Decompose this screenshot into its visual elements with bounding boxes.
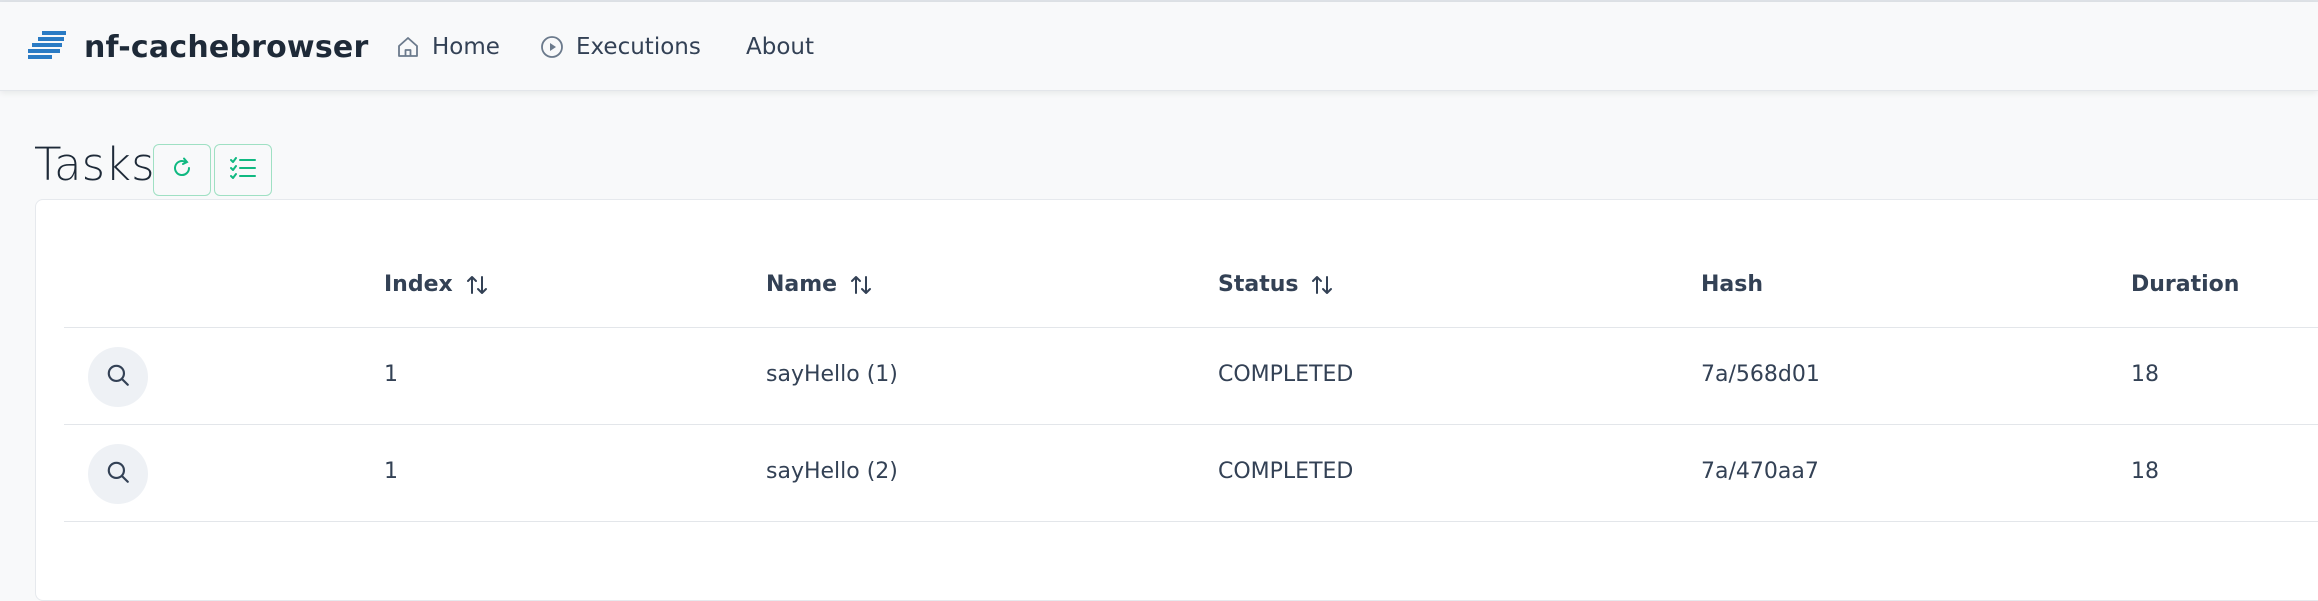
nav-home-label: Home	[432, 34, 500, 60]
sort-icon[interactable]	[849, 273, 873, 297]
search-icon	[105, 362, 131, 392]
task-list-button[interactable]	[214, 144, 272, 196]
logo-icon	[28, 31, 66, 63]
cell-hash: 7a/470aa7	[1701, 459, 1819, 484]
table-row: 1 sayHello (1) COMPLETED 7a/568d01 18	[64, 328, 2318, 425]
refresh-button[interactable]	[153, 144, 211, 196]
cell-name: sayHello (1)	[766, 362, 898, 387]
app-title: nf-cachebrowser	[84, 29, 369, 65]
column-header-index[interactable]: Index	[384, 272, 489, 297]
refresh-icon	[170, 156, 194, 184]
column-header-hash: Hash	[1701, 272, 1763, 297]
page-title: Tasks	[34, 138, 155, 191]
cell-hash: 7a/568d01	[1701, 362, 1820, 387]
column-status-label: Status	[1218, 272, 1299, 297]
column-header-name[interactable]: Name	[766, 272, 873, 297]
sort-icon[interactable]	[465, 273, 489, 297]
table-row: 1 sayHello (2) COMPLETED 7a/470aa7 18	[64, 425, 2318, 522]
view-task-button[interactable]	[88, 347, 148, 407]
nav-executions-label: Executions	[576, 34, 701, 60]
search-icon	[105, 459, 131, 489]
play-circle-icon	[540, 35, 564, 59]
tasks-card: Index Name Status Hash Duration 1 sayHel…	[35, 199, 2318, 601]
cell-duration: 18	[2131, 362, 2159, 387]
cell-status: COMPLETED	[1218, 459, 1354, 484]
home-icon	[396, 35, 420, 59]
list-check-icon	[230, 157, 256, 183]
column-duration-label: Duration	[2131, 272, 2240, 297]
brand[interactable]: nf-cachebrowser	[28, 26, 368, 68]
nav-home[interactable]: Home	[396, 26, 500, 68]
column-index-label: Index	[384, 272, 453, 297]
cell-name: sayHello (2)	[766, 459, 898, 484]
view-task-button[interactable]	[88, 444, 148, 504]
cell-status: COMPLETED	[1218, 362, 1354, 387]
column-hash-label: Hash	[1701, 272, 1764, 297]
nav-about-label: About	[746, 34, 815, 60]
cell-duration: 18	[2131, 459, 2159, 484]
sort-icon[interactable]	[1310, 273, 1334, 297]
nav-about[interactable]: About	[746, 26, 814, 68]
column-header-duration: Duration	[2131, 272, 2239, 297]
cell-index: 1	[384, 459, 398, 484]
nav-executions[interactable]: Executions	[540, 26, 701, 68]
cell-index: 1	[384, 362, 398, 387]
navbar: nf-cachebrowser Home Executions About	[0, 2, 2318, 91]
column-name-label: Name	[766, 272, 838, 297]
table-header: Index Name Status Hash Duration	[64, 200, 2318, 328]
column-header-status[interactable]: Status	[1218, 272, 1334, 297]
